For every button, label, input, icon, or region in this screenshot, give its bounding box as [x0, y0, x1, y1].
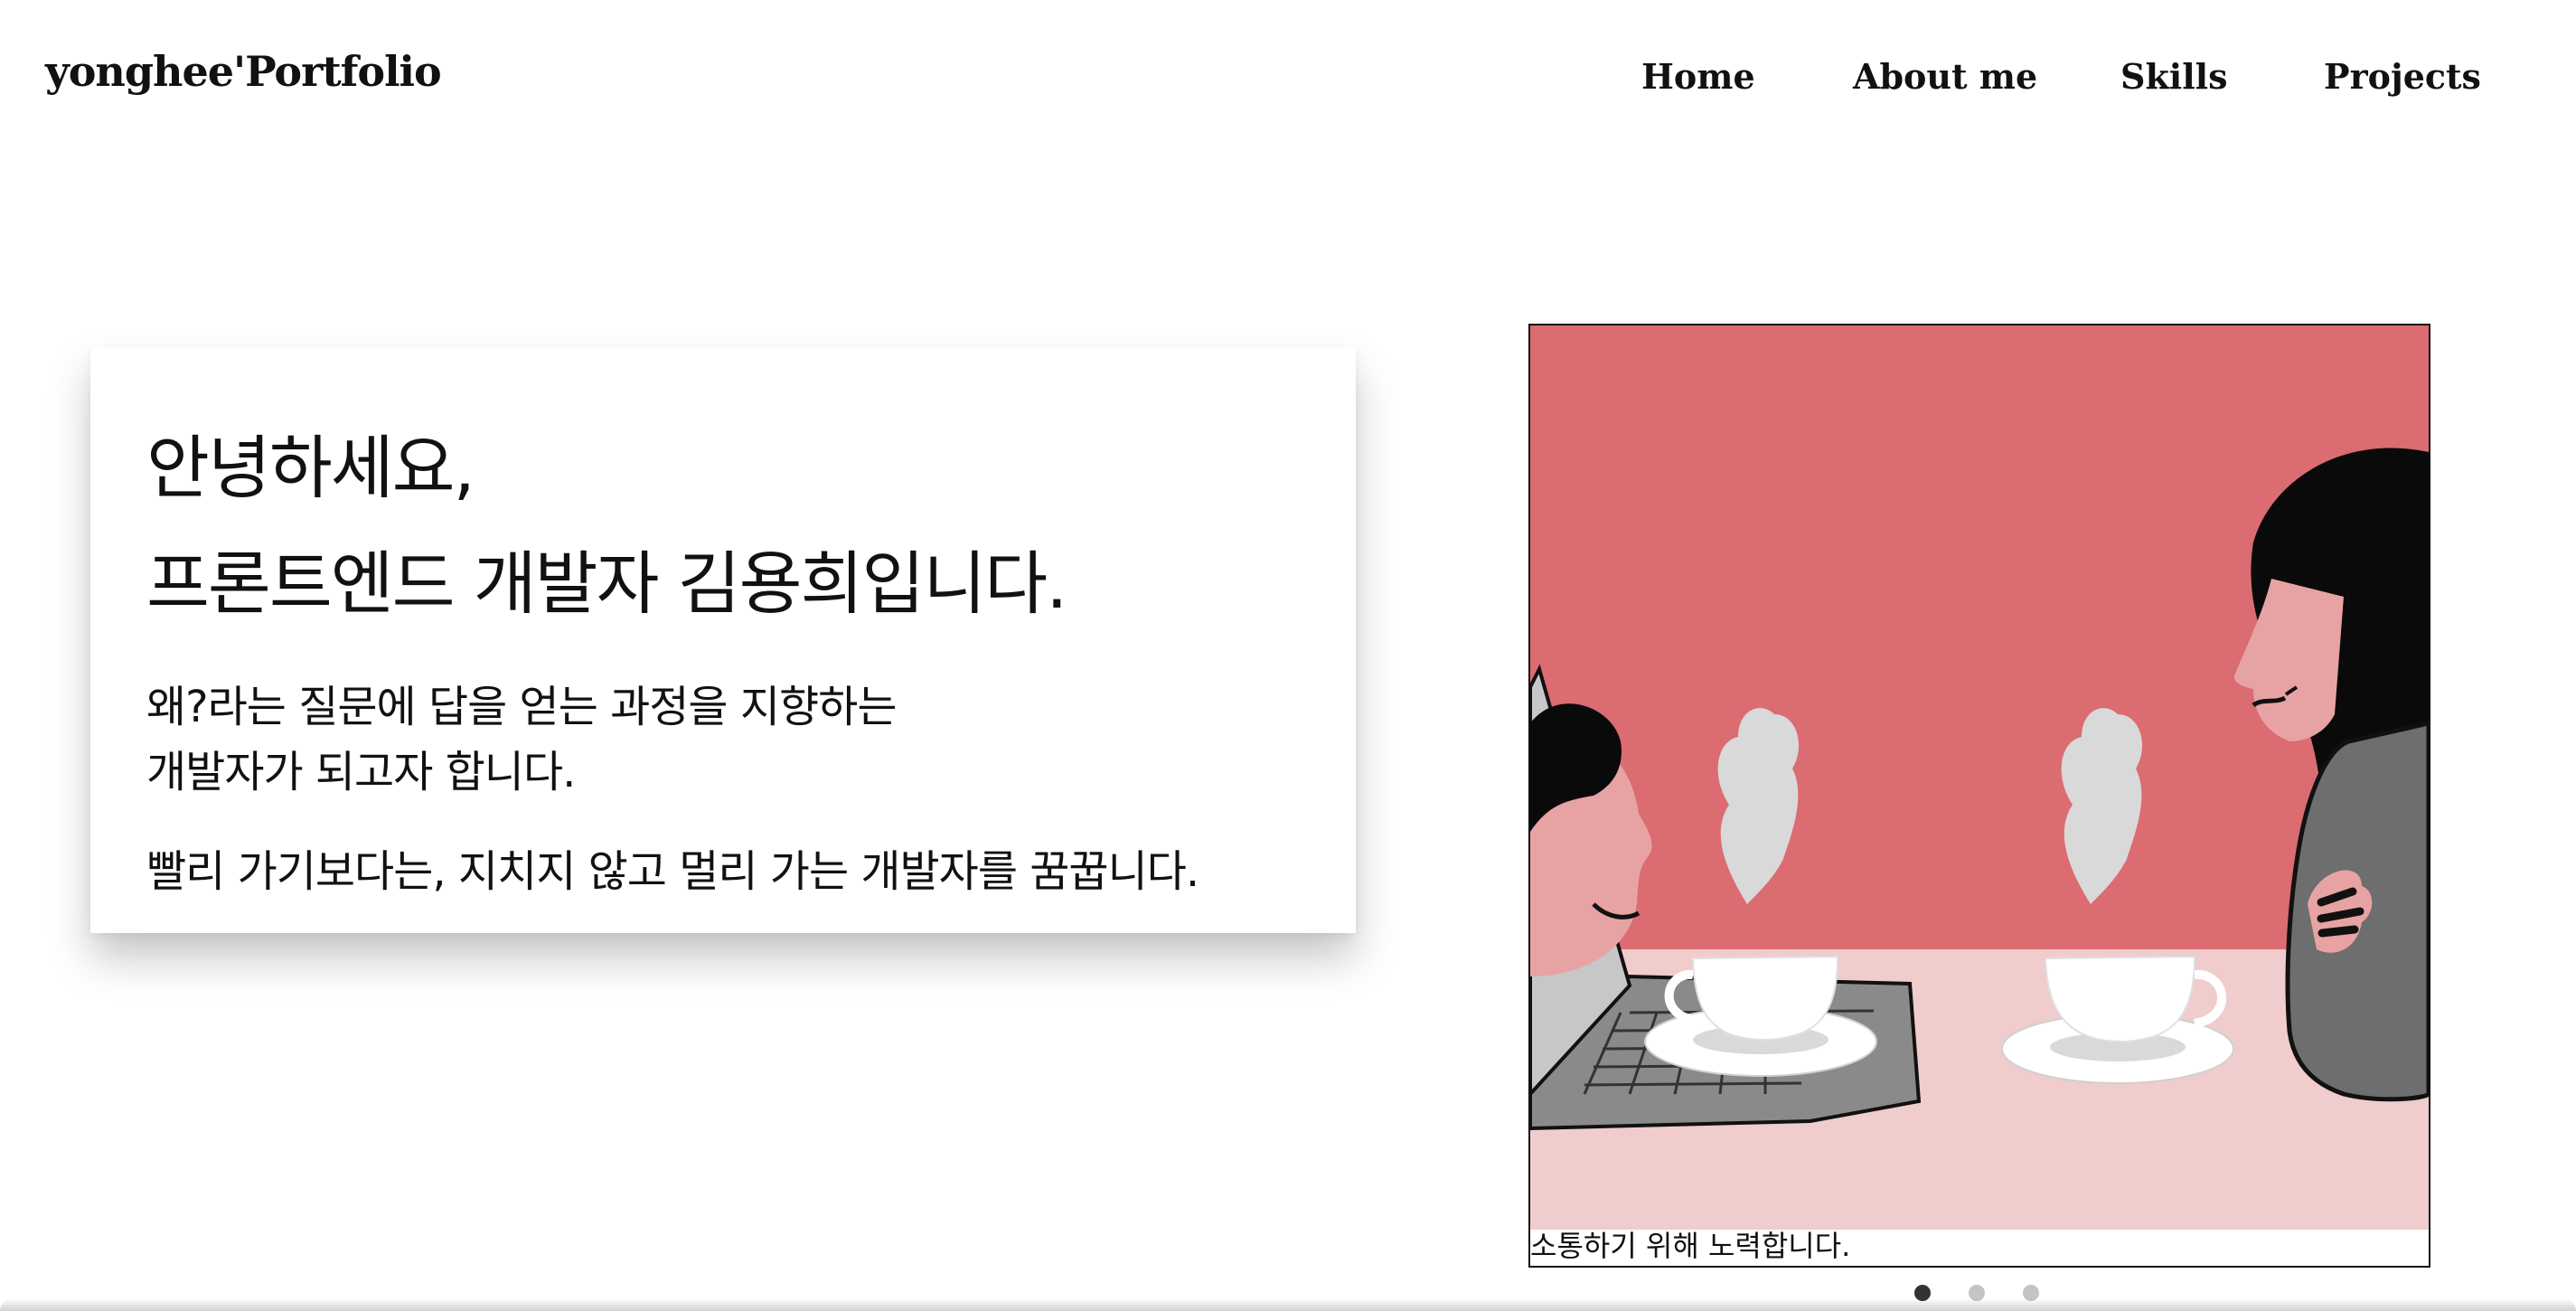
greeting-line-2: 프론트엔드 개발자 김용희입니다. [146, 543, 1067, 624]
intro-greeting: 안녕하세요, 프론트엔드 개발자 김용희입니다. [146, 410, 1356, 642]
description-line-1: 왜?라는 질문에 답을 얻는 과정을 지향하는 [146, 682, 898, 732]
nav-projects-link[interactable]: Projects [2324, 56, 2481, 97]
site-logo[interactable]: yonghee'Portfolio [45, 47, 442, 96]
nav-home-link[interactable]: Home [1641, 56, 1755, 97]
description-line-2: 개발자가 되고자 합니다. [146, 747, 576, 797]
intro-motto: 빨리 가기보다는, 지치지 않고 멀리 가는 개발자를 꿈꿉니다. [146, 846, 1199, 897]
main-nav: Home About me Skills Projects [1582, 56, 2576, 110]
window-bottom-edge [0, 1298, 2576, 1311]
intro-card: 안녕하세요, 프론트엔드 개발자 김용희입니다. 왜?라는 질문에 답을 얻는 … [90, 347, 1356, 933]
coffee-conversation-illustration [1530, 325, 2429, 1230]
site-header: yonghee'Portfolio Home About me Skills P… [0, 0, 2576, 154]
portfolio-page: yonghee'Portfolio Home About me Skills P… [0, 0, 2576, 1311]
slide-caption: 소통하기 위해 노력합니다. [1530, 1229, 1851, 1263]
nav-skills-link[interactable]: Skills [2120, 56, 2227, 97]
intro-description: 왜?라는 질문에 답을 얻는 과정을 지향하는 개발자가 되고자 합니다. [146, 674, 1356, 805]
image-carousel[interactable]: 소통하기 위해 노력합니다. [1528, 324, 2430, 1268]
nav-about-link[interactable]: About me [1853, 56, 2037, 97]
greeting-line-1: 안녕하세요, [146, 428, 475, 508]
